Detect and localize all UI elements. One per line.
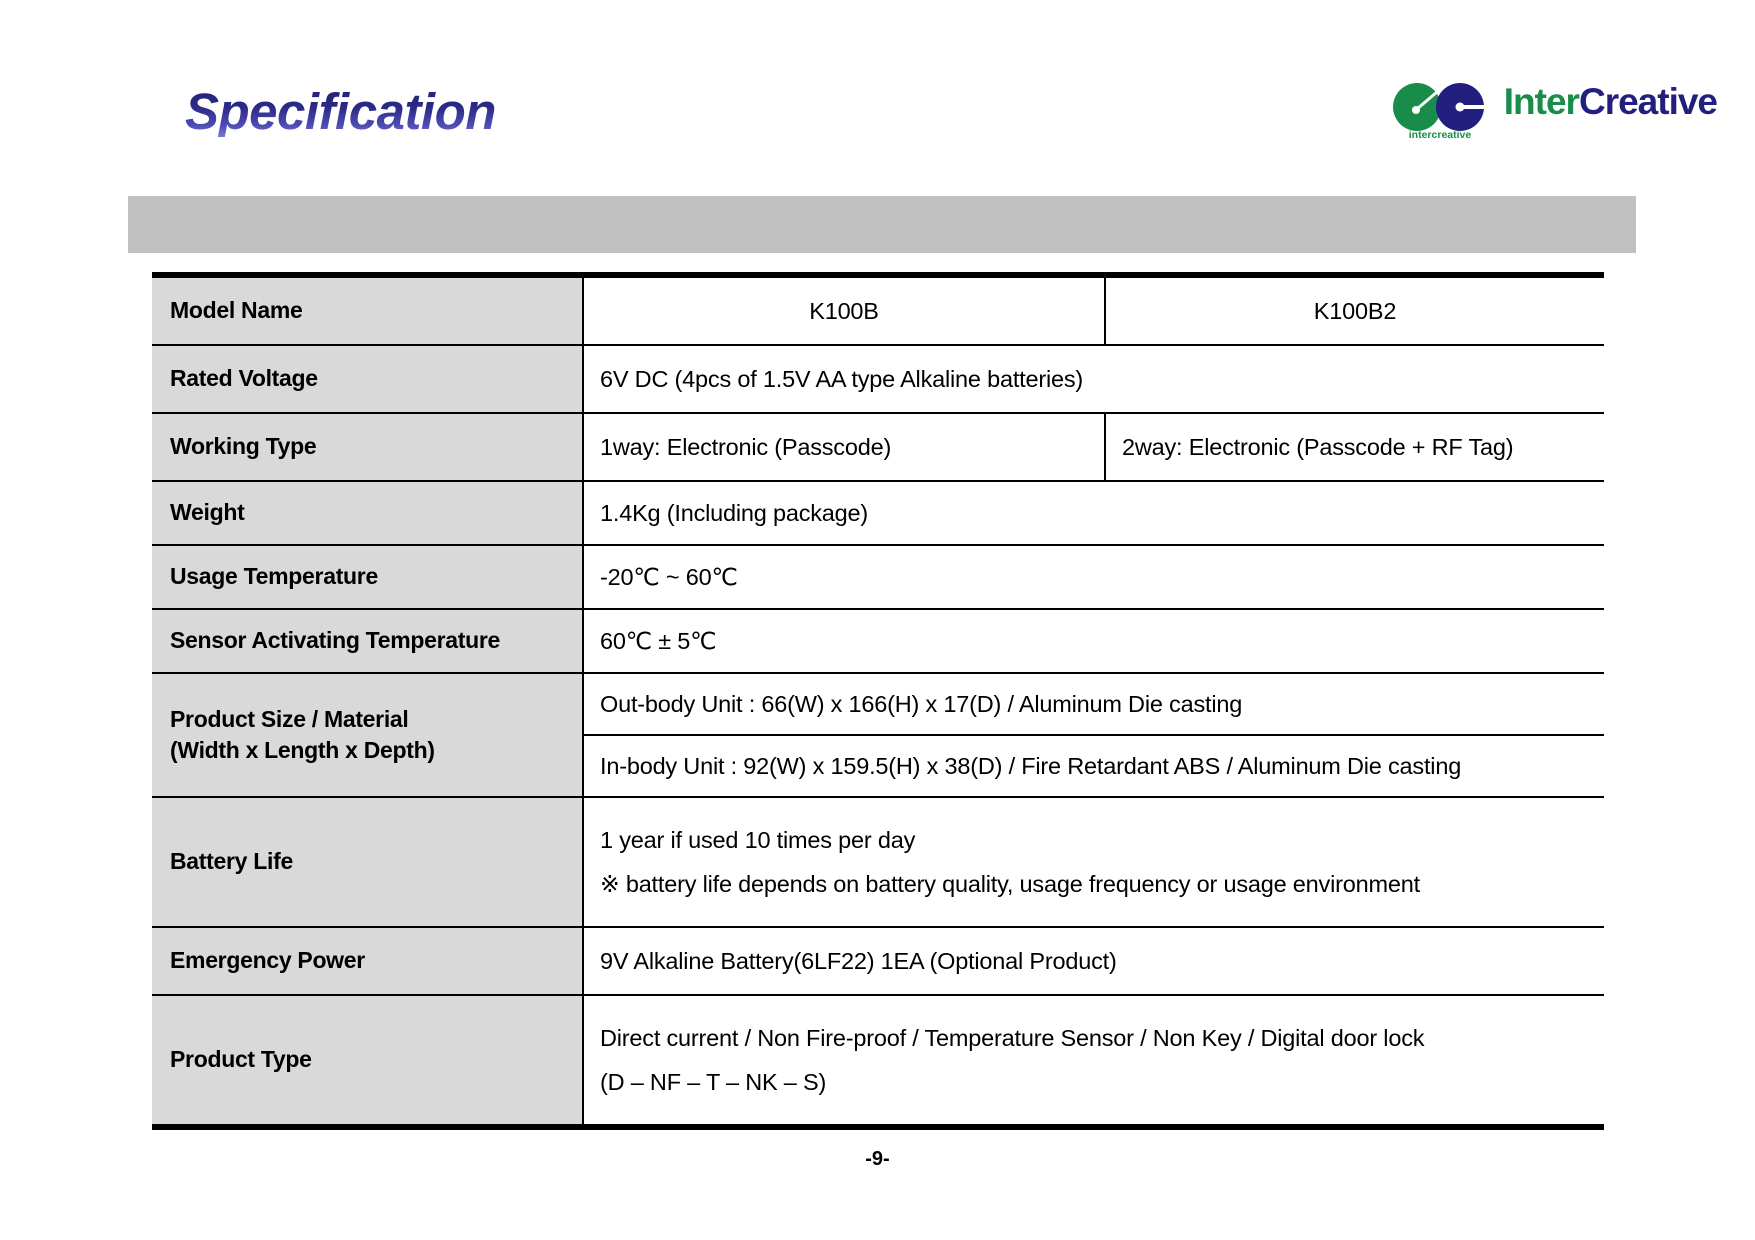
- table-row: Usage Temperature -20℃ ~ 60℃: [152, 544, 1604, 610]
- logo-wordmark-creative: Creative: [1578, 81, 1718, 122]
- row-value-product-size-inbody: In-body Unit : 92(W) x 159.5(H) x 38(D) …: [600, 752, 1462, 779]
- page-footer: -9-: [0, 1148, 1755, 1171]
- row-value-rated-voltage: 6V DC (4pcs of 1.5V AA type Alkaline bat…: [583, 344, 1604, 414]
- row-value-weight: 1.4Kg (Including package): [583, 480, 1604, 546]
- table-row: Product Size / Material (Width x Length …: [152, 672, 1604, 798]
- row-value-product-type-line1: Direct current / Non Fire-proof / Temper…: [600, 1024, 1425, 1051]
- row-label-working-type: Working Type: [152, 412, 584, 482]
- table-row: Sensor Activating Temperature 60℃ ± 5℃: [152, 608, 1604, 674]
- table-row: Model Name K100B K100B2: [152, 272, 1604, 346]
- row-value-battery-life-line1: 1 year if used 10 times per day: [600, 826, 916, 853]
- logo-wordmark-inter: Inter: [1503, 81, 1580, 122]
- row-value-model-name-k100b2: K100B2: [1105, 272, 1604, 346]
- row-label-battery-life: Battery Life: [152, 796, 584, 928]
- product-size-subtable: Out-body Unit : 66(W) x 166(H) x 17(D) /…: [584, 674, 1604, 796]
- row-value-emergency-power: 9V Alkaline Battery(6LF22) 1EA (Optional…: [583, 926, 1604, 996]
- specification-page: Specification intercreative InterCreativ…: [0, 0, 1755, 1240]
- row-label-product-size-line1: Product Size / Material: [170, 705, 409, 732]
- logo-caption-text: intercreative: [1409, 129, 1472, 140]
- row-label-rated-voltage: Rated Voltage: [152, 344, 584, 414]
- table-row: Product Type Direct current / Non Fire-p…: [152, 994, 1604, 1130]
- table-row: In-body Unit : 92(W) x 159.5(H) x 38(D) …: [584, 735, 1604, 796]
- page-header: Specification intercreative InterCreativ…: [0, 0, 1755, 170]
- table-row: Weight 1.4Kg (Including package): [152, 480, 1604, 546]
- row-label-weight: Weight: [152, 480, 584, 546]
- row-label-product-size-line2: (Width x Length x Depth): [170, 737, 435, 763]
- table-row: Working Type 1way: Electronic (Passcode)…: [152, 412, 1604, 482]
- row-value-product-size-group: Out-body Unit : 66(W) x 166(H) x 17(D) /…: [583, 672, 1604, 798]
- table-row: Emergency Power 9V Alkaline Battery(6LF2…: [152, 926, 1604, 996]
- row-value-battery-life-line2: ※ battery life depends on battery qualit…: [600, 871, 1420, 897]
- row-value-model-name-k100b: K100B: [583, 272, 1106, 346]
- table-row: Out-body Unit : 66(W) x 166(H) x 17(D) /…: [584, 674, 1604, 736]
- row-value-product-type: Direct current / Non Fire-proof / Temper…: [583, 994, 1604, 1130]
- logo-wordmark: InterCreative: [1503, 81, 1718, 122]
- row-value-working-type-2way: 2way: Electronic (Passcode + RF Tag): [1105, 412, 1604, 482]
- section-banner: [128, 196, 1636, 253]
- row-value-usage-temperature: -20℃ ~ 60℃: [583, 544, 1604, 610]
- table-row: Battery Life 1 year if used 10 times per…: [152, 796, 1604, 928]
- row-value-battery-life: 1 year if used 10 times per day ※ batter…: [583, 796, 1604, 928]
- row-label-sensor-activating-temperature: Sensor Activating Temperature: [152, 608, 584, 674]
- row-label-usage-temperature: Usage Temperature: [152, 544, 584, 610]
- intercreative-mark-icon: intercreative: [1384, 82, 1496, 140]
- row-label-model-name: Model Name: [152, 272, 584, 346]
- row-value-sensor-activating-temperature: 60℃ ± 5℃: [583, 608, 1604, 674]
- row-value-working-type-1way: 1way: Electronic (Passcode): [583, 412, 1106, 482]
- row-value-product-size-outbody: Out-body Unit : 66(W) x 166(H) x 17(D) /…: [584, 674, 1604, 736]
- row-label-product-type: Product Type: [152, 994, 584, 1130]
- table-row: Rated Voltage 6V DC (4pcs of 1.5V AA typ…: [152, 344, 1604, 414]
- page-title: Specification: [185, 83, 496, 140]
- row-label-product-size-material: Product Size / Material (Width x Length …: [152, 672, 584, 798]
- company-logo: intercreative InterCreative: [1384, 81, 1718, 140]
- page-number: -9-: [865, 1148, 890, 1170]
- specification-table: Model Name K100B K100B2 Rated Voltage 6V…: [152, 272, 1604, 1130]
- row-value-product-type-line2: (D – NF – T – NK – S): [600, 1069, 827, 1095]
- row-label-emergency-power: Emergency Power: [152, 926, 584, 996]
